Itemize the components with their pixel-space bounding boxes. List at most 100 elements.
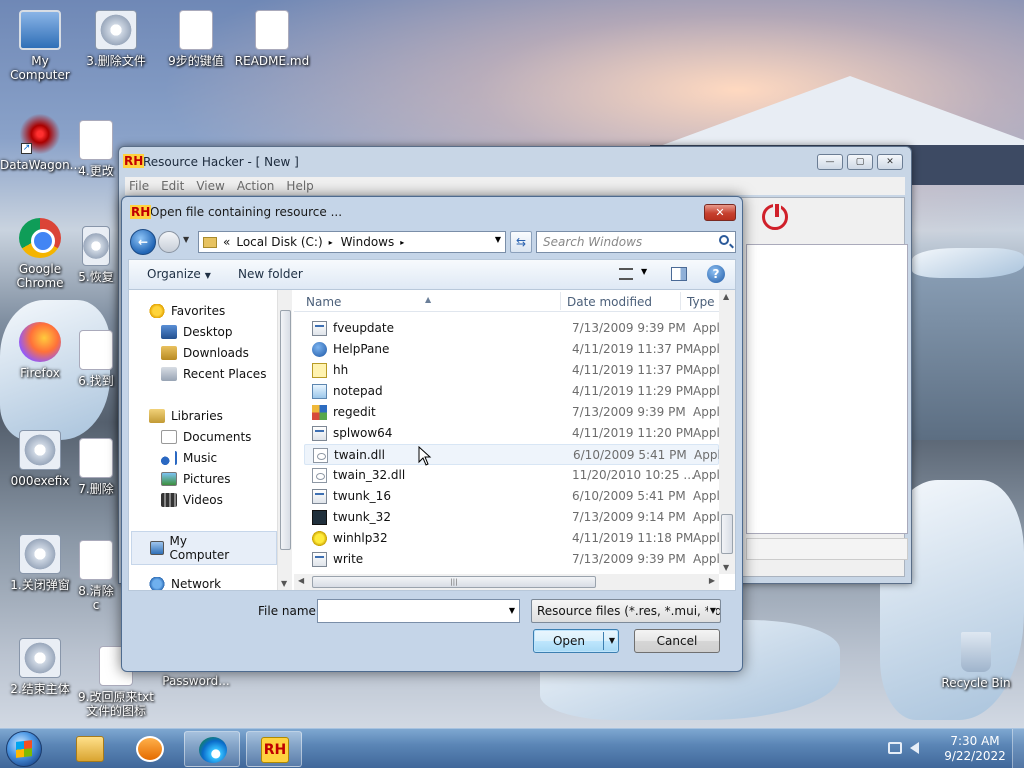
taskbar-explorer[interactable] (62, 731, 118, 767)
breadcrumb-separator[interactable]: ▸ (400, 238, 404, 247)
desktop-icon-step5[interactable]: 5.恢复 (76, 226, 116, 284)
taskbar-media-player[interactable] (122, 731, 178, 767)
rh-titlebar[interactable]: RH Resource Hacker - [ New ] — ▢ ✕ (119, 147, 911, 177)
nav-my-computer[interactable]: My Computer (131, 531, 277, 565)
back-button[interactable]: ← (130, 229, 156, 255)
nav-favorites[interactable]: Favorites (149, 304, 225, 318)
file-row[interactable]: winhlp32 4/11/2019 11:18 PM Applic (304, 528, 730, 549)
open-button[interactable]: Open ▼ (533, 629, 619, 653)
help-icon[interactable]: ? (707, 265, 725, 283)
nav-videos[interactable]: Videos (161, 493, 223, 507)
volume-icon[interactable] (910, 742, 919, 754)
desktop-icon-doc-9[interactable]: 9步的键值 (156, 10, 236, 68)
breadcrumb-windows[interactable]: Windows (341, 235, 395, 249)
nav-pictures[interactable]: Pictures (161, 472, 231, 486)
nav-music[interactable]: Music (161, 451, 217, 465)
file-name-input[interactable]: ▼ (317, 599, 520, 623)
file-type-select[interactable]: Resource files (*.res, *.mui, *.dll ▼ (531, 599, 721, 623)
chevron-down-icon[interactable]: ▼ (509, 606, 515, 615)
network-icon[interactable] (888, 742, 902, 754)
recent-locations-dropdown[interactable]: ▼ (183, 235, 189, 244)
desktop-icon-readme[interactable]: README.md (232, 10, 312, 68)
file-row[interactable]: twunk_32 7/13/2009 9:14 PM Applic (304, 507, 730, 528)
chevron-down-icon[interactable]: ▼ (707, 600, 716, 622)
breadcrumb-local-disk[interactable]: Local Disk (C:) (236, 235, 322, 249)
nav-recent-places[interactable]: Recent Places (161, 367, 266, 381)
chevron-down-icon[interactable]: ▼ (495, 235, 501, 244)
scrollbar-thumb[interactable] (721, 514, 733, 554)
menu-edit[interactable]: Edit (157, 177, 192, 195)
desktop-icon-chrome[interactable]: Google Chrome (0, 218, 80, 290)
file-row-hovered[interactable]: twain.dll 6/10/2009 5:41 PM Applic (304, 444, 731, 465)
nav-desktop[interactable]: Desktop (161, 325, 233, 339)
column-header-name[interactable]: Name (306, 295, 341, 309)
minimize-button[interactable]: — (817, 154, 843, 170)
scroll-right-arrow-icon[interactable]: ▶ (709, 576, 715, 585)
desktop-icon-firefox[interactable]: Firefox (0, 322, 80, 380)
file-list-horizontal-scrollbar[interactable]: ◀ ||| ▶ (294, 574, 719, 590)
scroll-left-arrow-icon[interactable]: ◀ (298, 576, 304, 585)
desktop-icon-my-computer[interactable]: My Computer (0, 10, 80, 82)
view-options-icon[interactable] (619, 268, 633, 280)
scrollbar-thumb[interactable]: ||| (312, 576, 596, 588)
open-options-dropdown-icon[interactable]: ▼ (609, 630, 615, 652)
refresh-button[interactable]: ⇆ (510, 231, 532, 253)
menu-help[interactable]: Help (282, 177, 321, 195)
scroll-down-arrow-icon[interactable]: ▼ (281, 579, 287, 588)
show-desktop-button[interactable] (1012, 729, 1024, 768)
maximize-button[interactable]: ▢ (847, 154, 873, 170)
desktop-icon-delete-files[interactable]: 3.删除文件 (76, 10, 156, 68)
desktop-icon-recycle-bin[interactable]: Recycle Bin (936, 632, 1016, 690)
file-row[interactable]: write 7/13/2009 9:39 PM Applic (304, 549, 730, 570)
file-row[interactable]: splwow64 4/11/2019 11:20 PM Applic (304, 423, 730, 444)
open-file-dialog[interactable]: RH Open file containing resource ... ✕ ←… (121, 196, 743, 672)
file-row[interactable]: regedit 7/13/2009 9:39 PM Applic (304, 402, 730, 423)
preview-pane-icon[interactable] (671, 267, 687, 281)
file-row[interactable]: notepad 4/11/2019 11:29 PM Applic (304, 381, 730, 402)
cancel-button[interactable]: Cancel (634, 629, 720, 653)
power-icon[interactable] (762, 202, 788, 230)
menu-file[interactable]: File (125, 177, 157, 195)
desktop-icon-close-popup[interactable]: 1.关闭弹窗 (0, 534, 80, 592)
search-input[interactable]: Search Windows (536, 231, 736, 253)
desktop-icon-datawagon[interactable]: ↗ DataWagon... (0, 114, 81, 172)
desktop-icon-000exefix[interactable]: 000exefix (0, 430, 80, 488)
column-header-date-modified[interactable]: Date modified (567, 295, 652, 309)
desktop-icon-step8[interactable]: 8.清除c (76, 540, 116, 612)
file-row[interactable]: fveupdate 7/13/2009 9:39 PM Applic (304, 318, 730, 339)
file-row[interactable]: hh 4/11/2019 11:37 PM Applic (304, 360, 730, 381)
file-row[interactable]: twain_32.dll 11/20/2010 10:25 ... Applic (304, 465, 730, 486)
desktop-icon-step7[interactable]: 7.删除 (76, 438, 116, 496)
file-row[interactable]: twunk_16 6/10/2009 5:41 PM Applic (304, 486, 730, 507)
new-folder-button[interactable]: New folder (238, 267, 303, 281)
file-list-vertical-scrollbar[interactable]: ▲ ▼ (719, 290, 735, 574)
dialog-close-button[interactable]: ✕ (704, 204, 736, 221)
breadcrumb-separator[interactable]: ▸ (329, 238, 333, 247)
dialog-titlebar[interactable]: RH Open file containing resource ... ✕ (122, 197, 742, 227)
nav-documents[interactable]: Documents (161, 430, 251, 444)
nav-network[interactable]: Network (149, 577, 221, 590)
nav-downloads[interactable]: Downloads (161, 346, 249, 360)
start-button[interactable] (6, 731, 42, 767)
desktop-icon-end-process[interactable]: 2.结束主体 (0, 638, 80, 696)
desktop-icon-step6[interactable]: 6.找到 (76, 330, 116, 388)
taskbar-edge[interactable] (184, 731, 240, 767)
forward-button[interactable] (158, 231, 180, 253)
scroll-up-arrow-icon[interactable]: ▲ (723, 292, 729, 301)
file-row[interactable]: HelpPane 4/11/2019 11:37 PM Applic (304, 339, 730, 360)
desktop-icon-step4[interactable]: 4.更改 (76, 120, 116, 178)
chevron-down-icon[interactable]: ▼ (641, 267, 647, 276)
scrollbar-thumb[interactable] (280, 310, 291, 550)
breadcrumb-overflow[interactable]: « (223, 235, 230, 249)
scroll-down-arrow-icon[interactable]: ▼ (723, 563, 729, 572)
column-header-type[interactable]: Type (687, 295, 715, 309)
address-bar[interactable]: « Local Disk (C:) ▸ Windows ▸ ▼ (198, 231, 506, 253)
nav-libraries[interactable]: Libraries (149, 409, 223, 423)
menu-view[interactable]: View (192, 177, 232, 195)
organize-button[interactable]: Organize ▼ (147, 267, 211, 281)
taskbar-resource-hacker[interactable]: RH (246, 731, 302, 767)
desktop-icon-password[interactable]: Password... (156, 674, 236, 688)
rh-editor-pane[interactable] (746, 244, 908, 534)
clock[interactable]: 7:30 AM 9/22/2022 (940, 734, 1010, 764)
nav-pane-scrollbar[interactable]: ▼ (277, 290, 292, 590)
